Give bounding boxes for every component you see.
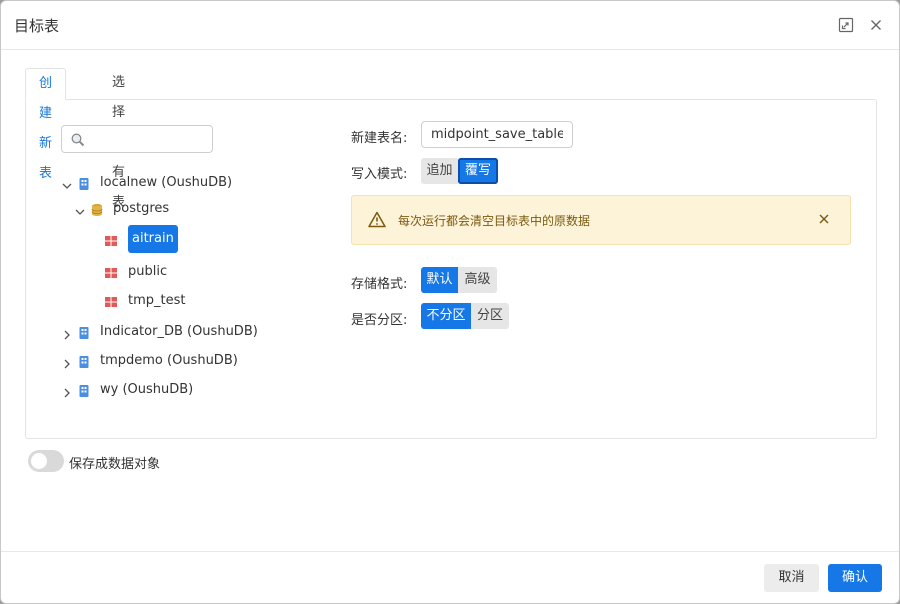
- tree-node-label: public: [128, 264, 168, 279]
- no-partition-button[interactable]: 不分区: [421, 303, 471, 329]
- chevron-down-icon[interactable]: [61, 177, 73, 189]
- alert-message: 每次运行都会清空目标表中的原数据: [398, 214, 591, 228]
- tree-node-tmpdemo[interactable]: tmpdemo (OushuDB): [59, 349, 279, 373]
- chevron-right-icon[interactable]: [61, 384, 73, 398]
- tree-node-label: postgres: [113, 201, 170, 216]
- tree-node-label: tmpdemo (OushuDB): [100, 353, 238, 368]
- chevron-right-icon[interactable]: [61, 326, 73, 340]
- save-as-data-object-toggle[interactable]: [28, 450, 64, 472]
- alert-close-icon[interactable]: [818, 213, 830, 225]
- confirm-button[interactable]: 确认: [828, 564, 882, 592]
- storage-format-label: 存储格式:: [351, 277, 408, 292]
- write-mode-label: 写入模式:: [351, 167, 408, 182]
- storage-advanced-button[interactable]: 高级: [458, 267, 497, 293]
- search-input[interactable]: [90, 129, 208, 149]
- dialog-title: 目标表: [14, 17, 60, 35]
- chevron-down-icon[interactable]: [74, 203, 86, 215]
- tree-node-tmp-test[interactable]: tmp_test: [104, 289, 224, 313]
- database-icon: [77, 325, 91, 339]
- schema-icon: [90, 202, 104, 216]
- tree-node-label-selected: aitrain: [128, 225, 178, 253]
- tree-node-label: tmp_test: [128, 293, 186, 308]
- target-table-dialog: 目标表 创建新表 选择已有表 localnew (OushuDB): [0, 0, 900, 604]
- write-mode-append-button[interactable]: 追加: [421, 158, 458, 184]
- table-name-label: 新建表名:: [351, 131, 408, 146]
- tree-node-label: localnew (OushuDB): [100, 175, 233, 190]
- table-name-input[interactable]: [421, 121, 573, 148]
- tree-node-label: wy (OushuDB): [100, 382, 194, 397]
- warning-icon: [368, 211, 386, 228]
- tree-node-label: Indicator_DB (OushuDB): [100, 324, 258, 339]
- tree-node-wy[interactable]: wy (OushuDB): [59, 378, 239, 402]
- toggle-knob: [31, 453, 47, 469]
- tree-node-indicator-db[interactable]: Indicator_DB (OushuDB): [59, 320, 289, 344]
- save-as-data-object-label: 保存成数据对象: [69, 457, 161, 472]
- database-icon: [77, 383, 91, 397]
- overwrite-warning-alert: 每次运行都会清空目标表中的原数据: [351, 195, 851, 245]
- tab-select-existing-table[interactable]: 选择已有表: [99, 68, 138, 210]
- expand-icon[interactable]: [837, 16, 855, 34]
- search-icon: [70, 132, 86, 148]
- database-icon: [77, 354, 91, 368]
- tree-node-localnew[interactable]: localnew (OushuDB): [59, 171, 259, 195]
- tab-create-new-table[interactable]: 创建新表: [25, 68, 67, 181]
- storage-default-button[interactable]: 默认: [421, 267, 458, 293]
- partition-button[interactable]: 分区: [471, 303, 509, 329]
- close-icon[interactable]: [867, 16, 885, 34]
- tree-node-public[interactable]: public: [104, 260, 224, 284]
- write-mode-overwrite-button[interactable]: 覆写: [458, 158, 498, 184]
- database-icon: [77, 176, 91, 190]
- table-icon: [104, 294, 118, 308]
- partition-label: 是否分区:: [351, 313, 408, 328]
- tree-node-postgres[interactable]: postgres: [72, 197, 232, 221]
- chevron-right-icon[interactable]: [61, 355, 73, 369]
- table-icon: [104, 265, 118, 279]
- tree-node-aitrain[interactable]: aitrain: [104, 225, 178, 255]
- cancel-button[interactable]: 取消: [764, 564, 819, 592]
- tree-search-box[interactable]: [61, 125, 213, 153]
- table-icon: [104, 233, 118, 247]
- dialog-header: 目标表: [1, 1, 899, 50]
